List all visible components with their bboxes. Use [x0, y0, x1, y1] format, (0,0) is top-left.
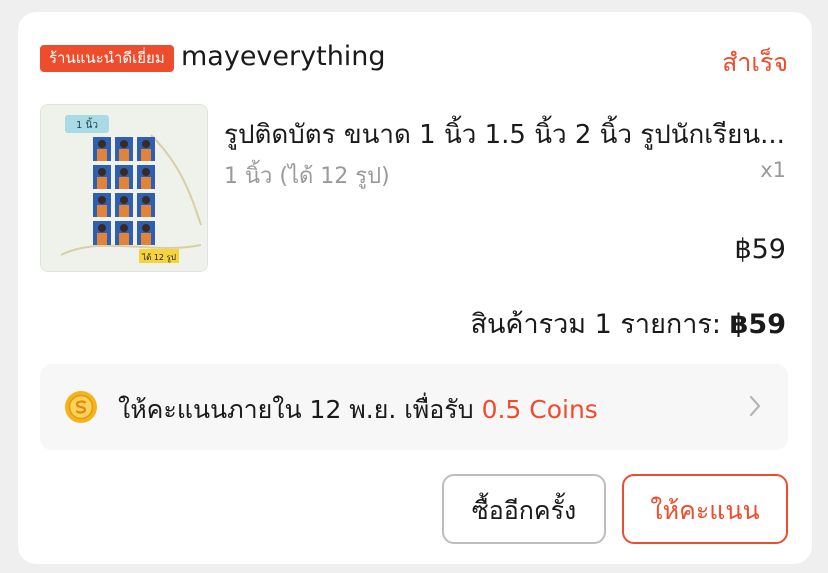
shop-name[interactable]: mayeverything	[181, 41, 386, 72]
rating-reminder-text: ให้คะแนนภายใน 12 พ.ย. เพื่อรับ 0.5 Coins	[118, 390, 598, 430]
thumb-tag: 1 นิ้ว	[76, 117, 98, 131]
order-total-amount: ฿59	[729, 309, 786, 340]
rating-reminder-bar[interactable]: ให้คะแนนภายใน 12 พ.ย. เพื่อรับ 0.5 Coins	[40, 364, 788, 450]
product-thumbnail[interactable]: 1 นิ้ว ได้ 12 รูป	[40, 104, 208, 272]
product-title[interactable]: รูปติดบัตร ขนาด 1 นิ้ว 1.5 นิ้ว 2 นิ้ว ร…	[224, 114, 790, 155]
product-price: ฿59	[734, 234, 786, 265]
order-total: สินค้ารวม 1 รายการ: ฿59	[470, 302, 786, 345]
coin-icon	[65, 391, 97, 423]
product-quantity: x1	[760, 158, 786, 182]
chevron-right-icon	[749, 395, 761, 417]
shop-header: ร้านแนะนำดีเยี่ยม mayeverything สำเร็จ	[40, 41, 788, 78]
order-status: สำเร็จ	[722, 48, 788, 77]
order-total-label: สินค้ารวม 1 รายการ:	[470, 309, 722, 340]
product-variant: 1 นิ้ว (ได้ 12 รูป)	[224, 164, 390, 189]
coin-reward-text: 0.5 Coins	[481, 395, 598, 424]
buy-again-button[interactable]: ซื้ออีกครั้ง	[442, 474, 606, 544]
thumb-count: ได้ 12 รูป	[141, 253, 176, 263]
rate-button[interactable]: ให้คะแนน	[622, 474, 788, 544]
order-card: ร้านแนะนำดีเยี่ยม mayeverything สำเร็จ 1…	[18, 12, 812, 564]
product-image: 1 นิ้ว ได้ 12 รูป	[41, 105, 207, 271]
rating-deadline-text: ให้คะแนนภายใน 12 พ.ย. เพื่อรับ	[118, 395, 474, 424]
preferred-shop-badge: ร้านแนะนำดีเยี่ยม	[40, 45, 174, 72]
